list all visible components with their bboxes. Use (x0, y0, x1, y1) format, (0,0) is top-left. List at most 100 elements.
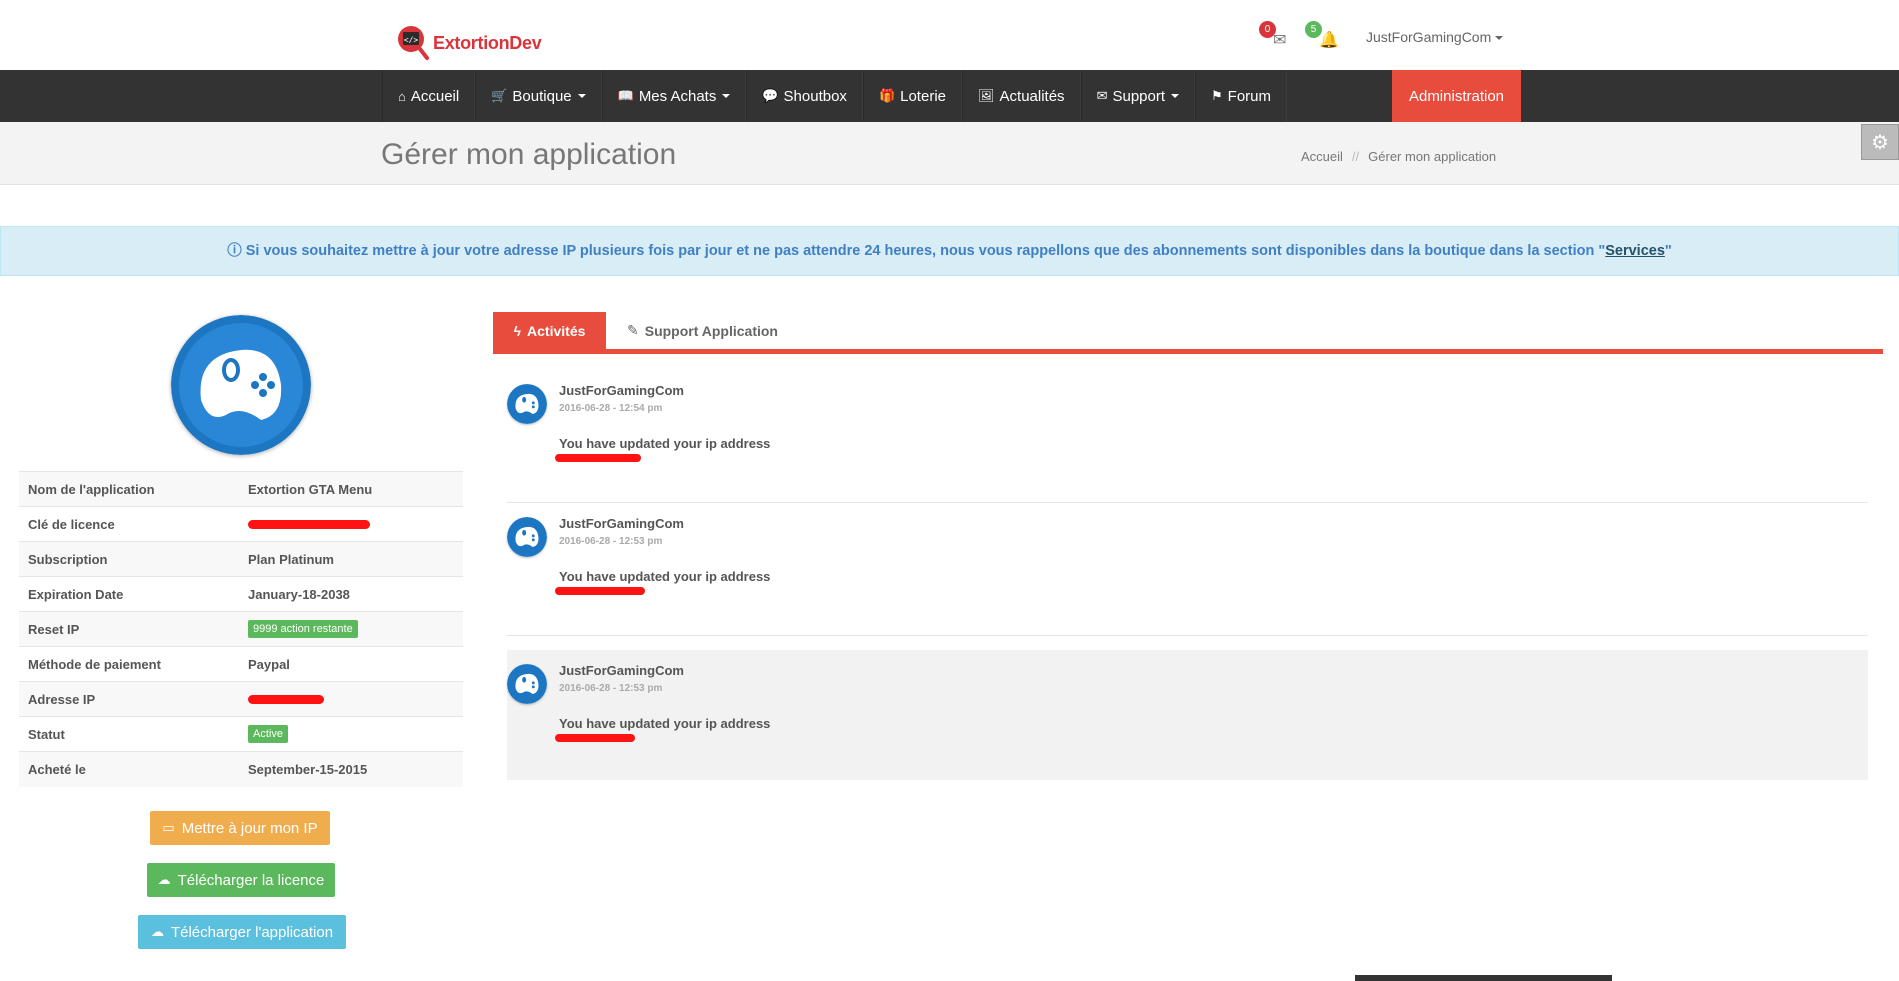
user-avatar (507, 517, 547, 557)
home-icon: ⌂ (398, 88, 406, 104)
nav-item-label: Accueil (410, 87, 460, 105)
info-key: Statut (19, 716, 239, 752)
image-icon: 🖼 (978, 88, 995, 103)
breadcrumb-current: Gérer mon application (1368, 149, 1497, 164)
user-avatar (507, 384, 547, 424)
nav-item-boutique[interactable]: 🛒 Boutique (475, 70, 602, 122)
table-row: Adresse IP (19, 681, 463, 717)
nav-item-shoutbox[interactable]: 💬 Shoutbox (746, 70, 863, 122)
table-row: Reset IP 9999 action restante (19, 611, 463, 647)
nav-item-label: Mes Achats (638, 87, 717, 105)
activity-item: JustForGamingCom 2016-06-28 - 12:53 pm You… (507, 503, 1868, 636)
tab-support-application[interactable]: ✎ Support Application (627, 312, 778, 349)
breadcrumb-separator: // (1351, 149, 1360, 164)
activity-text: You have updated your ip address (559, 569, 771, 584)
envelope-icon: ✉ (1273, 32, 1287, 49)
user-avatar (507, 664, 547, 704)
user-menu[interactable]: JustForGamingCom (1366, 29, 1504, 45)
info-value-subscription: Plan Platinum (239, 541, 463, 577)
notifications-button[interactable]: 5 🔔 (1305, 21, 1339, 50)
nav-item-actualit-s[interactable]: 🖼 Actualités (962, 70, 1081, 122)
cloud-download-icon: ☁ (157, 872, 171, 887)
table-row: Expiration Date January-18-2038 (19, 576, 463, 612)
nav-item-label: Forum (1227, 87, 1272, 105)
activity-item: JustForGamingCom 2016-06-28 - 12:54 pm You… (507, 370, 1868, 503)
messages-count-badge: 0 (1259, 21, 1276, 38)
download-app-button[interactable]: ☁ Télécharger l'application (138, 915, 346, 949)
svg-text:</>: </> (404, 36, 419, 45)
download-license-button[interactable]: ☁ Télécharger la licence (147, 863, 335, 897)
info-value-payment: Paypal (239, 646, 463, 682)
main-navbar: ⌂ Accueil 🛒 Boutique 📖 Mes Achats 💬 Shoutbox 🎁 Lo… (0, 70, 1899, 122)
table-row: Statut Active (19, 716, 463, 752)
info-circle-icon: ⓘ (227, 243, 242, 259)
info-key: Acheté le (19, 751, 239, 787)
activity-text: You have updated your ip address (559, 716, 771, 731)
info-key: Nom de l'application (19, 471, 239, 507)
info-value-reset-ip: 9999 action restante (239, 611, 463, 647)
reset-ip-badge: 9999 action restante (248, 620, 358, 638)
activity-time: 2016-06-28 - 12:53 pm (559, 536, 663, 547)
redaction-mark (248, 694, 324, 704)
redaction-mark (248, 519, 370, 529)
table-row: Méthode de paiement Paypal (19, 646, 463, 682)
activity-user[interactable]: JustForGamingCom (559, 383, 684, 398)
nav-item-label: Support (1112, 87, 1166, 105)
gift-icon: 🎁 (878, 88, 896, 103)
tab-activities[interactable]: ϟ Activités (493, 312, 606, 349)
table-row: Nom de l'application Extortion GTA Menu (19, 471, 463, 507)
caret-down-icon (1171, 94, 1180, 98)
messages-button[interactable]: 0 ✉ (1259, 21, 1287, 50)
nav-item-label: Loterie (900, 87, 946, 105)
book-icon: 📖 (617, 88, 634, 103)
horizontal-scrollbar[interactable] (1355, 975, 1612, 981)
table-row: Acheté le September-15-2015 (19, 751, 463, 787)
info-alert: ⓘ Si vous souhaitez mettre à jour votre … (0, 226, 1899, 276)
caret-down-icon (577, 94, 586, 98)
download-app-label: Télécharger l'application (170, 923, 334, 941)
brand-name: ExtortionDev (433, 32, 542, 53)
tab-activities-label: Activités (527, 322, 586, 339)
nav-item-accueil[interactable]: ⌂ Accueil (382, 70, 476, 122)
cart-icon: 🛒 (491, 88, 508, 103)
info-key: Reset IP (19, 611, 239, 647)
activity-text: You have updated your ip address (559, 436, 771, 451)
update-ip-label: Mettre à jour mon IP (181, 819, 318, 837)
redaction-mark (555, 454, 641, 462)
nav-item-support[interactable]: ✉ Support (1080, 70, 1196, 122)
table-row: Clé de licence (19, 506, 463, 542)
info-key: Subscription (19, 541, 239, 577)
notifications-count-badge: 5 (1305, 21, 1322, 38)
info-key: Adresse IP (19, 681, 239, 717)
info-key: Méthode de paiement (19, 646, 239, 682)
activity-user[interactable]: JustForGamingCom (559, 516, 684, 531)
update-ip-button[interactable]: ▭ Mettre à jour mon IP (150, 811, 330, 845)
nav-administration[interactable]: Administration (1392, 70, 1521, 122)
flag-icon: ⚑ (1211, 88, 1223, 103)
nav-item-loterie[interactable]: 🎁 Loterie (862, 70, 962, 122)
activity-item: JustForGamingCom 2016-06-28 - 12:53 pm You… (507, 650, 1868, 780)
info-key: Expiration Date (19, 576, 239, 612)
page-header: Gérer mon application Accueil // Gérer mon… (0, 122, 1899, 185)
breadcrumb-home[interactable]: Accueil (1301, 149, 1343, 164)
services-link[interactable]: Services (1605, 243, 1665, 259)
comments-icon: 💬 (762, 88, 779, 103)
info-value-purchased: September-15-2015 (239, 751, 463, 787)
activity-tabs: ϟ Activités ✎ Support Application (493, 312, 1883, 354)
nav-item-label: Boutique (512, 87, 572, 105)
info-value-app-name: Extortion GTA Menu (239, 471, 463, 507)
download-license-label: Télécharger la licence (177, 871, 325, 889)
settings-gear-icon[interactable]: ⚙ (1861, 124, 1899, 160)
caret-down-icon (1495, 36, 1504, 41)
activity-time: 2016-06-28 - 12:54 pm (559, 403, 663, 414)
app-avatar (171, 315, 311, 455)
nav-item-forum[interactable]: ⚑ Forum (1195, 70, 1288, 122)
nav-item-mes-achats[interactable]: 📖 Mes Achats (601, 70, 747, 122)
logo-magnifier-icon: </> (396, 24, 430, 62)
brand-logo[interactable]: </> ExtortionDev (396, 24, 542, 62)
hdd-icon: ▭ (162, 820, 175, 835)
envelope-icon: ✉ (1096, 88, 1108, 103)
activity-user[interactable]: JustForGamingCom (559, 663, 684, 678)
tab-support-label: Support Application (644, 322, 778, 339)
alert-text: Si vous souhaitez mettre à jour votre ad… (245, 243, 1606, 259)
